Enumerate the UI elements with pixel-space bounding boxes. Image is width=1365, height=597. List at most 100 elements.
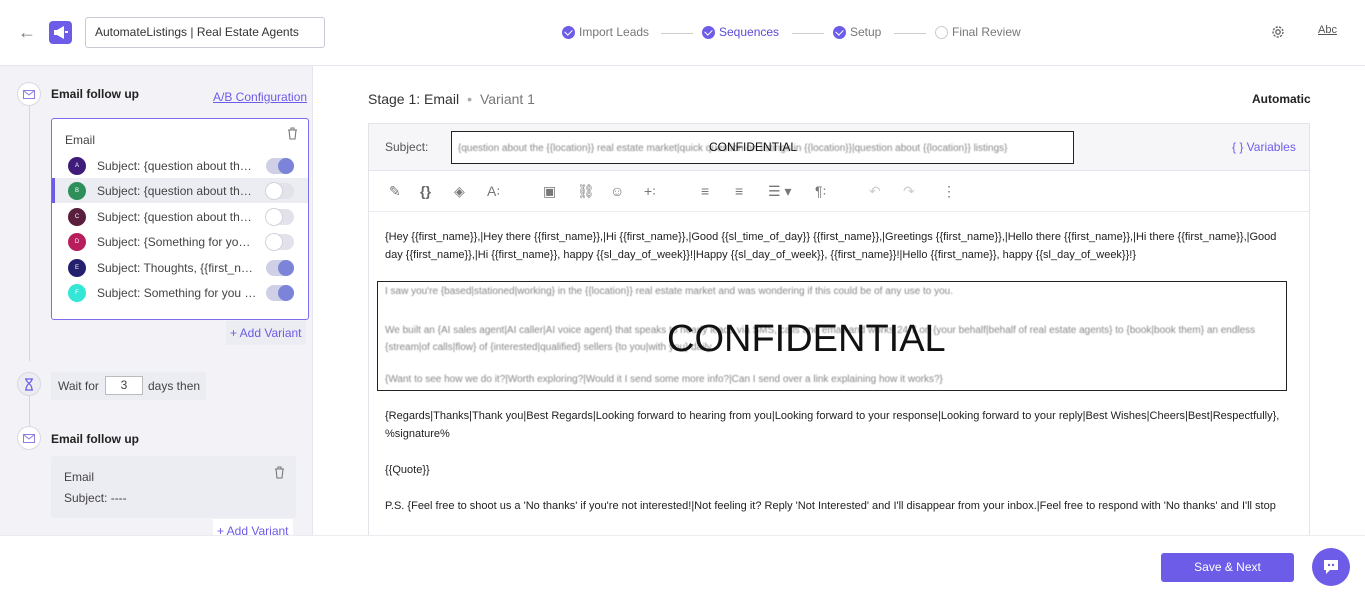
save-next-button[interactable]: Save & Next [1161,553,1294,582]
more-icon[interactable]: ⋮ [942,183,956,200]
step-divider [894,33,926,34]
variant-toggle[interactable] [266,234,294,250]
variant-row-a[interactable]: A Subject: {question about the {{locatio… [52,153,308,178]
variant-label: Variant 1 [479,91,535,107]
variant-badge: C [68,208,86,226]
quote-line: {{Quote}} [385,464,430,476]
variant-badge: E [68,259,86,277]
variables-link[interactable]: { } Variables [1232,140,1296,154]
check-circle-icon [562,25,575,39]
variant-row-b[interactable]: B Subject: {question about the {{locatio… [52,178,308,203]
variant-badge: F [68,284,86,302]
variant-toggle[interactable] [266,260,294,276]
stage-heading: Stage 1: Email • Variant 1 [368,91,535,107]
variant-subject: Subject: Something for you {{first_name}… [97,286,257,300]
list-icon[interactable]: ☰ ▾ [768,183,791,200]
add-variant-button[interactable]: + Add Variant [213,519,293,535]
variant-toggle[interactable] [266,285,294,301]
add-variant-button[interactable]: + Add Variant [226,321,306,345]
spellcheck-icon[interactable]: Abc [1318,24,1337,36]
variant-subject: Subject: Thoughts, {{first_name}}? [97,261,257,275]
variant-toggle[interactable] [266,183,294,199]
step-divider [661,33,693,34]
check-circle-icon [833,25,846,39]
hourglass-icon [17,372,41,396]
footer-bar: Save & Next [0,535,1365,597]
email-stage-icon [17,426,41,450]
email-greeting[interactable]: {Hey {{first_name}},|Hey there {{first_n… [385,228,1297,264]
variant-badge: B [68,182,86,200]
email-closing[interactable]: {Regards|Thanks|Thank you|Best Regards|L… [385,407,1297,515]
variables-icon[interactable]: {} [420,183,431,199]
variant-row-e[interactable]: E Subject: Thoughts, {{first_name}}? [52,255,308,280]
step-sequences[interactable]: Sequences [702,25,779,39]
editor-toolbar: ✎ {} ◈ A꞉ ▣ ⛓ ☺ +꞉ ≡ ≡ ☰ ▾ ¶꞉ ↶ ↷ ⋮ [369,172,1309,212]
trash-icon[interactable] [274,466,285,482]
step-setup[interactable]: Setup [833,25,881,39]
progress-steps: Import Leads Sequences Setup Final Revie… [0,25,1365,41]
variant-toggle[interactable] [266,209,294,225]
font-size-icon[interactable]: A꞉ [487,183,500,199]
link-icon[interactable]: ⛓ [577,183,595,200]
undo-icon[interactable]: ↶ [869,183,881,200]
email-card-selected[interactable]: Email A Subject: {question about the {{l… [51,118,309,320]
wait-days-input[interactable]: 3 [105,376,143,395]
variant-toggle[interactable] [266,158,294,174]
variant-subject: Subject: {question about the {{location}… [97,159,257,173]
step-label: Sequences [719,25,780,39]
gear-icon[interactable] [1270,24,1286,43]
sequence-sidebar: Email follow up A/B Configuration Email … [0,66,313,535]
step-label: Setup [850,25,882,39]
email-card[interactable]: Email Subject: ---- [51,456,296,518]
step-divider [792,33,824,34]
trash-icon[interactable] [287,127,298,143]
subject-input[interactable]: {question about the {{location}} real es… [451,131,1074,164]
step-import-leads[interactable]: Import Leads [562,25,649,39]
confidential-overlay: CONFIDENTIAL [667,318,946,360]
timeline-line [29,106,30,361]
variant-subject: Subject: {question about the {{location}… [97,184,257,198]
insert-icon[interactable]: +꞉ [644,183,656,199]
variant-subject: Subject: {Something for you {{first_name… [97,235,257,249]
variant-row-c[interactable]: C Subject: {question about the {{locatio… [52,204,308,229]
subject-label: Subject: [385,140,429,154]
empty-circle-icon [935,25,948,39]
subject-row: Subject: {question about the {{location}… [369,124,1309,171]
card-title: Email [64,470,95,484]
variant-row-f[interactable]: F Subject: Something for you {{first_nam… [52,280,308,305]
step-final-review[interactable]: Final Review [935,25,1021,39]
email-editor: Subject: {question about the {{location}… [368,123,1310,535]
stage-title: Email follow up [51,432,140,446]
body-line: I saw you're {based|stationed|working} i… [385,286,954,297]
redo-icon[interactable]: ↷ [903,183,915,200]
wait-prefix: Wait for [58,379,99,393]
redacted-body: I saw you're {based|stationed|working} i… [377,281,1287,391]
email-stage-icon [17,82,41,106]
closing-line: {Regards|Thanks|Thank you|Best Regards|L… [385,410,1280,422]
align-center-icon[interactable]: ≡ [735,183,743,199]
confidential-overlay: CONFIDENTIAL [709,140,798,154]
emoji-icon[interactable]: ☺ [610,183,624,199]
ab-configuration-link[interactable]: A/B Configuration [213,90,307,104]
variant-badge: A [68,157,86,175]
body-line: {Want to see how we do it?|Worth explori… [385,374,943,385]
top-bar: ← AutomateListings | Real Estate Agents … [0,0,1365,66]
card-title: Email [65,133,96,147]
editor-area: Stage 1: Email • Variant 1 Automatic Subje… [314,66,1365,535]
ps-line: P.S. {Feel free to shoot us a 'No thanks… [385,500,1276,512]
variant-row-d[interactable]: D Subject: {Something for you {{first_na… [52,229,308,254]
chat-support-icon[interactable] [1312,548,1350,586]
paragraph-icon[interactable]: ¶꞉ [815,183,826,199]
align-left-icon[interactable]: ≡ [701,183,709,199]
stage-title: Email follow up [51,87,140,101]
check-circle-icon [702,25,715,39]
step-label: Import Leads [579,25,650,39]
step-label: Final Review [952,25,1021,39]
layers-icon[interactable]: ◈ [454,183,465,200]
image-icon[interactable]: ▣ [543,183,556,200]
mode-label: Automatic [1252,92,1311,106]
pen-icon[interactable]: ✎ [389,183,401,200]
wait-delay: Wait for 3 days then [51,372,206,400]
